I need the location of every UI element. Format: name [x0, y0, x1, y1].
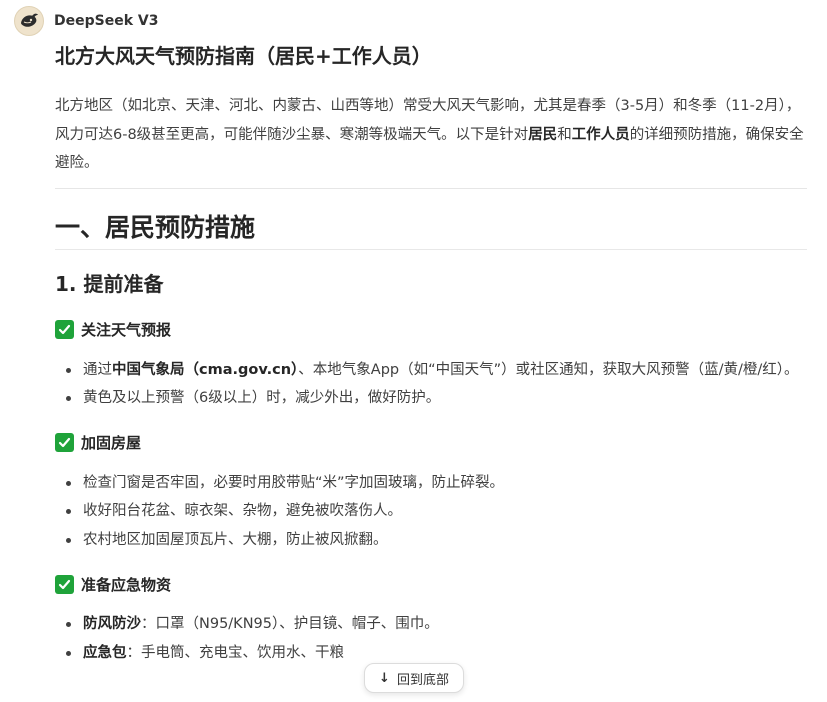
scroll-to-bottom-button[interactable]: ↓ 回到底部: [364, 663, 464, 693]
chat-header: DeepSeek V3: [14, 6, 158, 36]
group-title-weather: 关注天气预报: [55, 318, 807, 342]
list-item-text: 、本地气象App（如“中国天气”）或社区通知，获取大风预警（蓝/黄/橙/红）。: [298, 361, 799, 378]
section-divider: [55, 248, 807, 250]
page-title: 北方大风天气预防指南（居民+工作人员）: [55, 44, 432, 68]
divider: [55, 187, 807, 189]
section-heading: 一、居民预防措施: [55, 212, 256, 242]
bullet-list: 防风防沙：口罩（N95/KN95）、护目镜、帽子、围巾。 应急包：手电筒、充电宝…: [55, 610, 807, 667]
message-content: 北方大风天气预防指南（居民+工作人员） 北方地区（如北京、天津、河北、内蒙古、山…: [55, 40, 807, 667]
arrow-down-icon: ↓: [379, 670, 390, 686]
list-item-bold: 中国气象局（cma.gov.cn）: [112, 361, 299, 378]
bullet-list: 通过中国气象局（cma.gov.cn）、本地气象App（如“中国天气”）或社区通…: [55, 356, 807, 413]
check-mark-icon: [55, 574, 74, 594]
list-item: 通过中国气象局（cma.gov.cn）、本地气象App（如“中国天气”）或社区通…: [55, 356, 807, 385]
list-item-bold: 应急包: [83, 644, 127, 661]
list-item-text: ：口罩（N95/KN95）、护目镜、帽子、围巾。: [141, 616, 439, 632]
intro-text-2: 和: [557, 126, 572, 143]
subsection-heading: 1. 提前准备: [55, 271, 164, 296]
list-item-text: 农村地区加固屋顶瓦片、大棚，防止被风掀翻。: [83, 531, 388, 548]
list-item-text: ：手电筒、充电宝、饮用水、干粮: [126, 644, 345, 661]
list-item-text: 黄色及以上预警（6级以上）时，减少外出，做好防护。: [83, 390, 441, 406]
list-item: 收好阳台花盆、晾衣架、杂物，避免被吹落伤人。: [55, 497, 807, 526]
list-item-text: 收好阳台花盆、晾衣架、杂物，避免被吹落伤人。: [83, 503, 402, 519]
check-mark-icon: [55, 320, 74, 339]
group-title-text: 加固房屋: [81, 434, 142, 452]
intro-bold-workers: 工作人员: [571, 126, 630, 143]
list-item-bold: 防风防沙: [83, 616, 141, 632]
check-mark-icon: [55, 433, 74, 452]
scroll-button-label: 回到底部: [396, 672, 449, 688]
list-item-text: 通过: [83, 361, 112, 378]
list-item: 农村地区加固屋顶瓦片、大棚，防止被风掀翻。: [55, 526, 807, 555]
list-item: 黄色及以上预警（6级以上）时，减少外出，做好防护。: [55, 384, 807, 413]
intro-paragraph: 北方地区（如北京、天津、河北、内蒙古、山西等地）常受大风天气影响，尤其是春季（3…: [55, 92, 807, 178]
model-name: DeepSeek V3: [54, 13, 159, 29]
list-item: 防风防沙：口罩（N95/KN95）、护目镜、帽子、围巾。: [55, 610, 807, 639]
bullet-list: 检查门窗是否牢固，必要时用胶带贴“米”字加固玻璃，防止碎裂。 收好阳台花盆、晾衣…: [55, 469, 807, 555]
group-title-text: 关注天气预报: [81, 321, 172, 339]
group-title-text: 准备应急物资: [81, 575, 172, 594]
list-item: 检查门窗是否牢固，必要时用胶带贴“米”字加固玻璃，防止碎裂。: [55, 469, 807, 498]
group-title-supplies: 准备应急物资: [55, 572, 807, 596]
group-title-house: 加固房屋: [55, 431, 807, 455]
intro-bold-residents: 居民: [528, 126, 558, 143]
deepseek-whale-icon: [14, 6, 44, 36]
list-item-text: 检查门窗是否牢固，必要时用胶带贴“米”字加固玻璃，防止碎裂。: [83, 474, 505, 491]
